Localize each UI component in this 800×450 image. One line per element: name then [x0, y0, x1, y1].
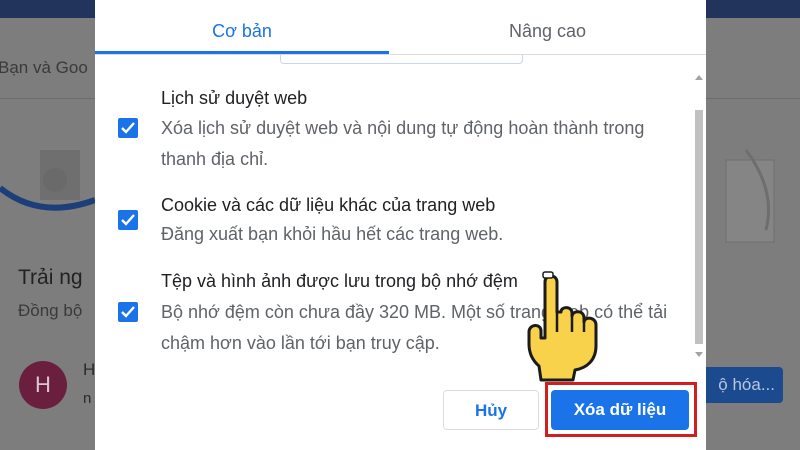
item-title: Cookie và các dữ liệu khác của trang web	[161, 195, 496, 215]
background-account-name: H	[83, 360, 96, 379]
item-description: Xóa lịch sử duyệt web và nội dung tự độn…	[161, 118, 645, 169]
background-divider	[0, 98, 95, 99]
item-description: Đăng xuất bạn khỏi hầu hết các trang web…	[161, 224, 504, 244]
checkbox-cached-images[interactable]	[118, 302, 138, 322]
dialog-tabs: Cơ bản Nâng cao	[95, 0, 706, 55]
scroll-down-arrow-icon[interactable]	[695, 352, 703, 358]
scrollbar-thumb[interactable]	[695, 110, 703, 344]
checkbox-browsing-history[interactable]	[118, 118, 138, 138]
background-divider	[706, 98, 800, 99]
scroll-up-arrow-icon[interactable]	[695, 74, 703, 80]
dialog-content: Lịch sử duyệt web Xóa lịch sử duyệt web …	[95, 66, 706, 370]
item-title: Lịch sử duyệt web	[161, 88, 308, 108]
checkbox-checked-icon	[121, 122, 135, 134]
checkbox-cookies[interactable]	[118, 210, 138, 230]
item-title: Tệp và hình ảnh được lưu trong bộ nhớ đệ…	[161, 271, 518, 291]
time-range-select-edge[interactable]	[280, 55, 523, 64]
avatar: H	[19, 361, 67, 409]
checkbox-checked-icon	[121, 306, 135, 318]
checkbox-checked-icon	[121, 214, 135, 226]
background-account-email: n	[83, 390, 92, 407]
clear-button-highlight	[545, 382, 697, 437]
background-illustration	[0, 150, 95, 211]
cancel-button[interactable]: Hủy	[443, 390, 539, 430]
tab-advanced[interactable]: Nâng cao	[389, 0, 706, 54]
tab-basic[interactable]: Cơ bản	[95, 0, 389, 54]
background-section-label: Bạn và Goo	[0, 58, 88, 77]
background-section-title: Trải ng	[18, 266, 83, 289]
background-sync-button: ộ hóa...	[693, 367, 783, 403]
background-illustration	[725, 149, 775, 243]
active-tab-indicator	[95, 51, 389, 54]
background-section-subtitle: Đồng bộ	[18, 301, 83, 320]
pointing-hand-icon	[527, 271, 598, 382]
